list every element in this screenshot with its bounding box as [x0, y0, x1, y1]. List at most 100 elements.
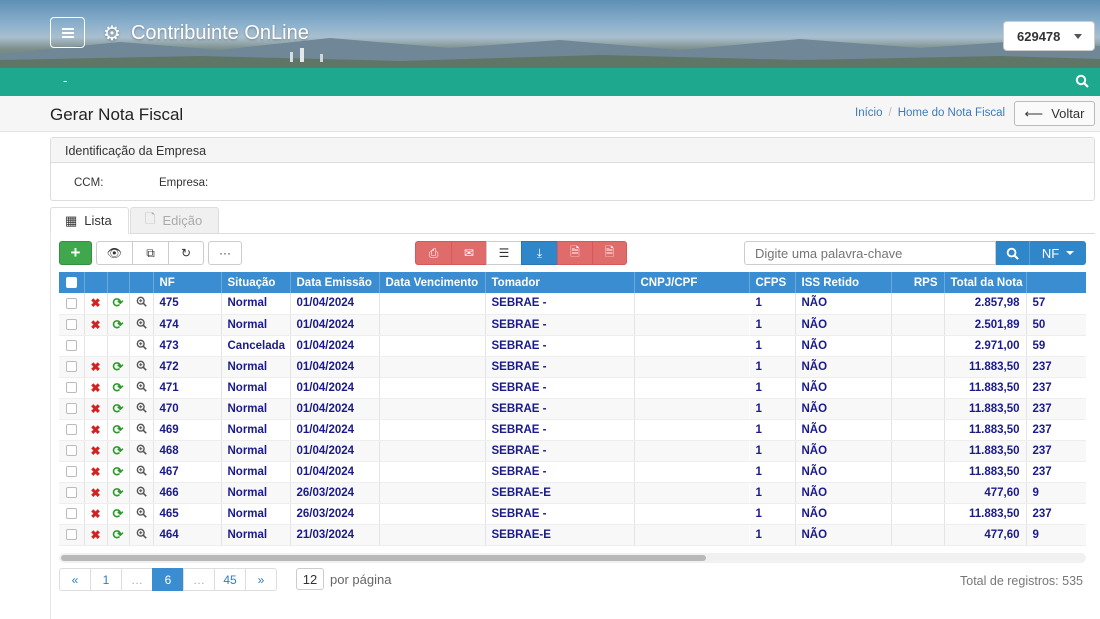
cancel-x-icon[interactable]: ✖ — [90, 296, 100, 310]
menu-toggle-button[interactable] — [50, 17, 85, 48]
view-button[interactable]: 👁 — [96, 241, 133, 265]
table-row[interactable]: ✖ ⟳ 467 Normal 01/04/2024 SEBRAE - 1 NÃO 11.883,… — [59, 461, 1086, 483]
cancel-x-icon[interactable]: ✖ — [90, 360, 100, 374]
sync-icon[interactable]: ⟳ — [113, 317, 124, 332]
page-button[interactable]: 45 — [214, 568, 246, 591]
nav-dash[interactable]: - — [63, 73, 67, 88]
row-checkbox[interactable] — [59, 461, 85, 483]
column-header-extra[interactable] — [1026, 272, 1086, 293]
select-all-checkbox[interactable] — [59, 272, 85, 293]
sync-icon[interactable]: ⟳ — [113, 527, 124, 542]
row-checkbox[interactable] — [59, 293, 85, 315]
search-button[interactable] — [996, 241, 1029, 265]
row-checkbox[interactable] — [59, 377, 85, 399]
column-header-situacao[interactable]: Situação — [221, 272, 291, 293]
cancel-x-icon[interactable]: ✖ — [90, 318, 100, 332]
cancel-x-icon[interactable]: ✖ — [90, 444, 100, 458]
table-row[interactable]: ✖ ⟳ 468 Normal 01/04/2024 SEBRAE - 1 NÃO 11.883,… — [59, 440, 1086, 462]
cancel-x-icon[interactable]: ✖ — [90, 402, 100, 416]
column-header-total-nota[interactable]: Total da Nota — [944, 272, 1027, 293]
page-button-active[interactable]: 6 — [152, 568, 184, 591]
zoom-icon[interactable] — [136, 381, 147, 392]
row-checkbox[interactable] — [59, 398, 85, 420]
sync-icon[interactable]: ⟳ — [113, 380, 124, 395]
table-row[interactable]: ✖ ⟳ 469 Normal 01/04/2024 SEBRAE - 1 NÃO 11.883,… — [59, 419, 1086, 441]
filter-field-dropdown[interactable]: NF — [1029, 241, 1086, 265]
page-button[interactable]: 1 — [90, 568, 122, 591]
breadcrumb-home-nota-fiscal[interactable]: Home do Nota Fiscal — [898, 107, 1005, 119]
user-dropdown[interactable]: 629478 — [1003, 21, 1095, 51]
zoom-icon[interactable] — [136, 339, 147, 350]
table-row[interactable]: ✖ ⟳ 475 Normal 01/04/2024 SEBRAE - 1 NÃO 2.857,9… — [59, 293, 1086, 315]
table-row[interactable]: ✖ ⟳ 466 Normal 26/03/2024 SEBRAE-E 1 NÃO 477,60 9 — [59, 482, 1086, 504]
row-checkbox[interactable] — [59, 524, 85, 546]
scrollbar-thumb[interactable] — [61, 555, 706, 561]
table-row[interactable]: ✖ ⟳ 470 Normal 01/04/2024 SEBRAE - 1 NÃO 11.883,… — [59, 398, 1086, 420]
zoom-icon[interactable] — [136, 318, 147, 329]
row-checkbox[interactable] — [59, 503, 85, 525]
table-row[interactable]: 473 Cancelada 01/04/2024 SEBRAE - 1 NÃO 2.971,… — [59, 335, 1086, 357]
table-row[interactable]: ✖ ⟳ 471 Normal 01/04/2024 SEBRAE - 1 NÃO 11.883,… — [59, 377, 1086, 399]
more-button[interactable]: ··· — [208, 241, 242, 265]
cancel-x-icon[interactable]: ✖ — [90, 507, 100, 521]
print-button[interactable]: ⎙ — [415, 241, 452, 265]
column-header-cnpj-cpf[interactable]: CNPJ/CPF — [634, 272, 750, 293]
row-checkbox[interactable] — [59, 356, 85, 378]
table-row[interactable]: ✖ ⟳ 474 Normal 01/04/2024 SEBRAE - 1 NÃO 2.501,8… — [59, 314, 1086, 336]
horizontal-scrollbar[interactable] — [59, 553, 1086, 563]
row-checkbox[interactable] — [59, 335, 85, 357]
cancel-x-icon[interactable]: ✖ — [90, 465, 100, 479]
zoom-icon[interactable] — [136, 486, 147, 497]
table-row[interactable]: ✖ ⟳ 464 Normal 21/03/2024 SEBRAE-E 1 NÃO 477,60 9 — [59, 524, 1086, 546]
column-header-rps[interactable]: RPS — [891, 272, 945, 293]
per-page-input[interactable]: 12 — [296, 568, 324, 590]
sync-icon[interactable]: ⟳ — [113, 359, 124, 374]
sync-icon[interactable]: ⟳ — [113, 295, 124, 310]
sync-icon[interactable]: ⟳ — [113, 443, 124, 458]
column-header-nf[interactable]: NF — [153, 272, 222, 293]
zoom-icon[interactable] — [136, 465, 147, 476]
row-checkbox[interactable] — [59, 314, 85, 336]
excel-export-button[interactable]: 🗎 — [557, 241, 593, 265]
add-button[interactable]: + — [59, 241, 92, 265]
copy-button[interactable]: ⧉ — [132, 241, 169, 265]
refresh-button[interactable]: ↻ — [168, 241, 204, 265]
sync-icon[interactable]: ⟳ — [113, 485, 124, 500]
list-button[interactable]: ☰ — [486, 241, 522, 265]
row-checkbox[interactable] — [59, 419, 85, 441]
page-prev-button[interactable]: « — [59, 568, 91, 591]
back-button[interactable]: ⟵ Voltar — [1014, 101, 1095, 126]
row-checkbox[interactable] — [59, 440, 85, 462]
column-header-cfps[interactable]: CFPS — [749, 272, 796, 293]
zoom-icon[interactable] — [136, 528, 147, 539]
sync-icon[interactable]: ⟳ — [113, 464, 124, 479]
column-header-data-vencimento[interactable]: Data Vencimento — [379, 272, 486, 293]
app-brand[interactable]: ⚙ Contribuinte OnLine — [103, 20, 309, 46]
column-header-data-emissao[interactable]: Data Emissão — [290, 272, 380, 293]
zoom-icon[interactable] — [136, 402, 147, 413]
zoom-icon[interactable] — [136, 444, 147, 455]
sync-icon[interactable]: ⟳ — [113, 506, 124, 521]
email-button[interactable]: ✉ — [451, 241, 487, 265]
cancel-x-icon[interactable]: ✖ — [90, 486, 100, 500]
search-icon[interactable] — [1075, 74, 1089, 88]
download-button[interactable]: ⤓ — [521, 241, 558, 265]
sync-icon[interactable]: ⟳ — [113, 422, 124, 437]
page-next-button[interactable]: » — [245, 568, 277, 591]
breadcrumb-inicio[interactable]: Início — [855, 107, 883, 119]
column-header-iss-retido[interactable]: ISS Retido — [795, 272, 892, 293]
zoom-icon[interactable] — [136, 360, 147, 371]
keyword-search-input[interactable] — [744, 241, 996, 265]
table-row[interactable]: ✖ ⟳ 465 Normal 26/03/2024 SEBRAE - 1 NÃO 11.883,… — [59, 503, 1086, 525]
row-checkbox[interactable] — [59, 482, 85, 504]
zoom-icon[interactable] — [136, 296, 147, 308]
zoom-icon[interactable] — [136, 507, 147, 518]
pdf-export-button[interactable]: 🗎 — [592, 241, 627, 265]
sync-icon[interactable]: ⟳ — [113, 401, 124, 416]
zoom-icon[interactable] — [136, 423, 147, 434]
column-header-tomador[interactable]: Tomador — [485, 272, 635, 293]
cancel-x-icon[interactable]: ✖ — [90, 381, 100, 395]
tab-edicao[interactable]: 🗋 Edição — [130, 207, 219, 234]
cancel-x-icon[interactable]: ✖ — [90, 528, 100, 542]
table-row[interactable]: ✖ ⟳ 472 Normal 01/04/2024 SEBRAE - 1 NÃO 11.883,… — [59, 356, 1086, 378]
